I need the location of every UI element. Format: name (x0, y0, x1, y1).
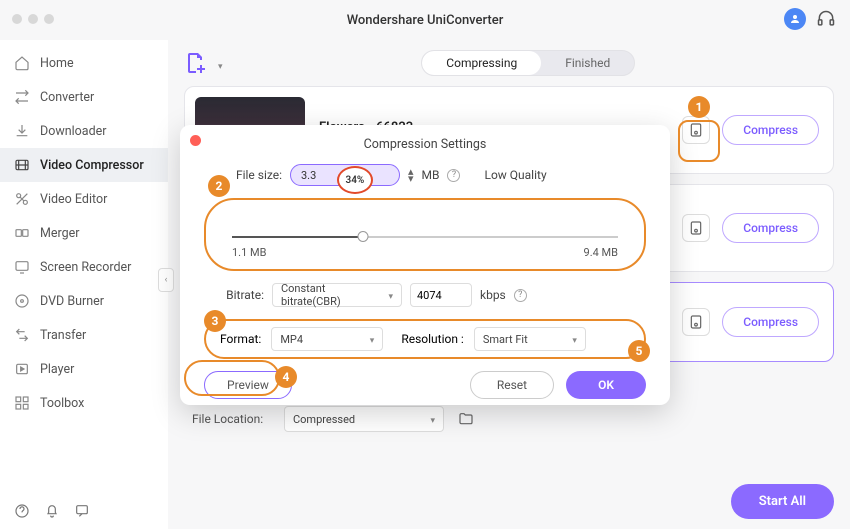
sidebar-item-label: Converter (40, 90, 94, 105)
sidebar-item-screen-recorder[interactable]: Screen Recorder (0, 250, 168, 284)
file-size-stepper[interactable]: ▴▾ (408, 168, 414, 182)
sidebar-item-transfer[interactable]: Transfer (0, 318, 168, 352)
sidebar-item-label: Video Compressor (40, 158, 144, 173)
add-file-dropdown-icon[interactable] (214, 54, 223, 73)
add-file-icon[interactable] (184, 51, 208, 75)
bitrate-value-input[interactable] (410, 283, 472, 307)
bitrate-label: Bitrate: (222, 288, 264, 302)
sidebar-item-converter[interactable]: Converter (0, 80, 168, 114)
slider-min-label: 1.1 MB (232, 246, 266, 259)
sidebar-item-video-compressor[interactable]: Video Compressor (0, 148, 168, 182)
compression-settings-dialog: Compression Settings File size: ▴▾ MB ? … (180, 125, 670, 405)
sidebar-item-home[interactable]: Home (0, 46, 168, 80)
start-all-button[interactable]: Start All (731, 484, 834, 519)
compress-button[interactable]: Compress (722, 307, 819, 337)
annotation-badge: 4 (275, 366, 297, 388)
sidebar-item-label: Player (40, 362, 74, 377)
annotation-badge: 3 (204, 310, 226, 332)
compress-button[interactable]: Compress (722, 115, 819, 145)
compress-button[interactable]: Compress (722, 213, 819, 243)
ok-button[interactable]: OK (566, 371, 646, 399)
settings-gear-icon[interactable] (682, 308, 710, 336)
slider-max-label: 9.4 MB (584, 246, 618, 259)
window-controls[interactable] (12, 14, 54, 24)
size-slider-container: 34% 1.1 MB 9.4 MB (204, 198, 646, 271)
bell-icon[interactable] (44, 503, 60, 519)
sidebar-item-downloader[interactable]: Downloader (0, 114, 168, 148)
app-title: Wondershare UniConverter (347, 13, 504, 28)
user-avatar-icon[interactable] (784, 8, 806, 30)
sidebar-item-label: Transfer (40, 328, 86, 343)
title-bar: Wondershare UniConverter (0, 0, 850, 40)
dialog-title: Compression Settings (204, 135, 646, 164)
resolution-label: Resolution : (401, 332, 464, 346)
file-location-label: File Location: (192, 412, 270, 426)
slider-thumb[interactable] (358, 231, 369, 242)
open-folder-icon[interactable] (458, 411, 474, 427)
footer-bar: File Location: Compressed (184, 404, 834, 432)
slider-percent-badge: 34% (337, 166, 373, 194)
sidebar-item-player[interactable]: Player (0, 352, 168, 386)
annotation-badge: 1 (688, 96, 710, 118)
sidebar-item-video-editor[interactable]: Video Editor (0, 182, 168, 216)
sidebar-item-merger[interactable]: Merger (0, 216, 168, 250)
sidebar-item-toolbox[interactable]: Toolbox (0, 386, 168, 420)
file-size-unit: MB (422, 168, 440, 182)
help-icon[interactable]: ? (514, 289, 527, 302)
annotation-badge: 2 (208, 175, 230, 197)
sidebar-item-label: DVD Burner (40, 294, 104, 309)
annotation-badge: 5 (628, 340, 650, 362)
sidebar-item-label: Merger (40, 226, 80, 241)
feedback-icon[interactable] (74, 503, 90, 519)
sidebar-item-label: Home (40, 56, 74, 71)
resolution-select[interactable]: Smart Fit (474, 327, 586, 351)
file-size-label: File size: (228, 168, 282, 182)
size-slider[interactable] (232, 236, 618, 238)
sidebar: Home Converter Downloader Video Compress… (0, 40, 168, 529)
settings-gear-icon[interactable] (682, 116, 710, 144)
sidebar-item-label: Video Editor (40, 192, 107, 207)
sidebar-item-label: Downloader (40, 124, 107, 139)
sidebar-item-dvd-burner[interactable]: DVD Burner (0, 284, 168, 318)
support-headset-icon[interactable] (816, 9, 836, 29)
tab-compressing[interactable]: Compressing (422, 51, 541, 75)
format-label: Format: (220, 332, 261, 346)
status-tabs: Compressing Finished (421, 50, 635, 76)
quality-label: Low Quality (484, 168, 546, 182)
bitrate-mode-select[interactable]: Constant bitrate(CBR) (272, 283, 402, 307)
help-icon[interactable] (14, 503, 30, 519)
help-icon[interactable]: ? (447, 169, 460, 182)
tab-finished[interactable]: Finished (541, 51, 634, 75)
close-icon[interactable] (190, 135, 201, 146)
file-location-select[interactable]: Compressed (284, 406, 444, 432)
sidebar-item-label: Toolbox (40, 396, 84, 411)
format-select[interactable]: MP4 (271, 327, 383, 351)
settings-gear-icon[interactable] (682, 214, 710, 242)
bitrate-unit: kbps (480, 288, 506, 302)
format-row: Format: MP4 Resolution : Smart Fit (204, 319, 646, 359)
sidebar-item-label: Screen Recorder (40, 260, 131, 275)
reset-button[interactable]: Reset (470, 371, 554, 399)
